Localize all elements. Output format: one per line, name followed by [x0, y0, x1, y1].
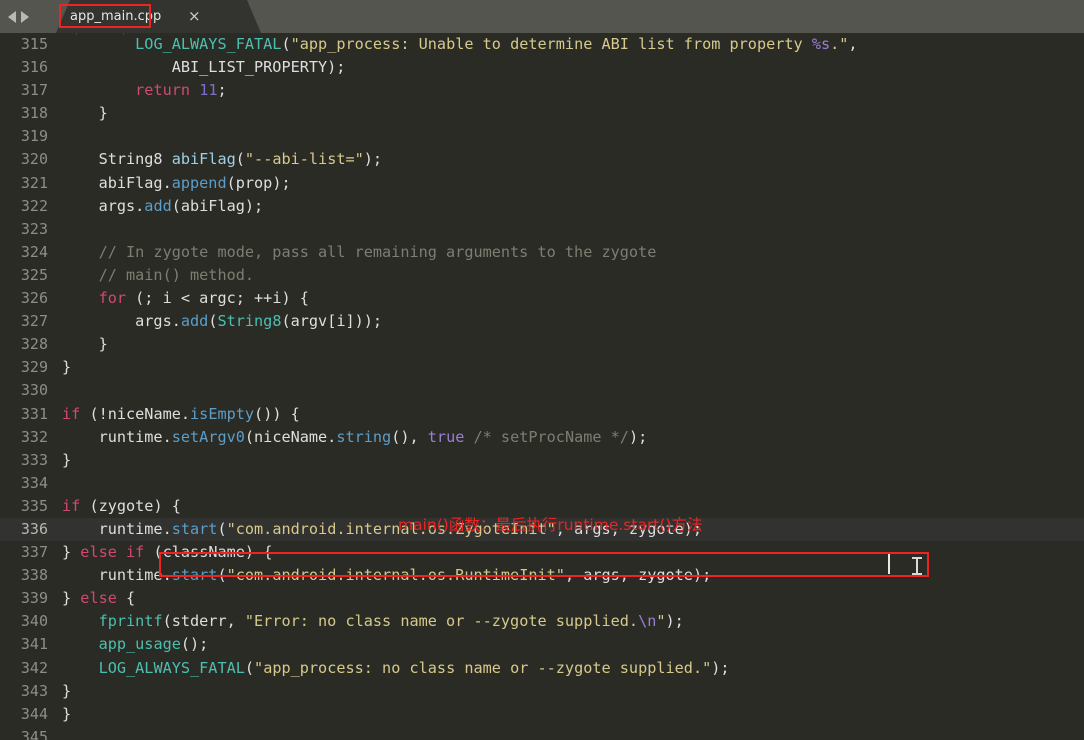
code-text: args.add(abiFlag);	[62, 196, 264, 215]
line-number: 341	[20, 635, 48, 654]
line-number: 326	[20, 289, 48, 308]
code-text: }	[62, 450, 72, 469]
code-line[interactable]: 322 args.add(abiFlag);	[0, 195, 1084, 218]
code-line[interactable]: 324 // In zygote mode, pass all remainin…	[0, 241, 1084, 264]
chevron-right-icon[interactable]	[21, 11, 29, 23]
code-line[interactable]: 340 fprintf(stderr, "Error: no class nam…	[0, 610, 1084, 633]
code-text: abiFlag.append(prop);	[62, 173, 291, 192]
line-number: 323	[20, 219, 48, 238]
code-text: // In zygote mode, pass all remaining ar…	[62, 242, 657, 261]
code-text: }	[62, 358, 72, 377]
line-number: 318	[20, 104, 48, 123]
line-number: 321	[20, 173, 48, 192]
code-line[interactable]: 318 }	[0, 102, 1084, 125]
code-line[interactable]: 333}	[0, 449, 1084, 472]
code-line[interactable]: 316 ABI_LIST_PROPERTY);	[0, 56, 1084, 79]
code-text: } else if (className) {	[62, 543, 273, 562]
code-line[interactable]: 321 abiFlag.append(prop);	[0, 172, 1084, 195]
line-number: 338	[20, 566, 48, 585]
line-number: 316	[20, 58, 48, 77]
code-line[interactable]: 317 return 11;	[0, 79, 1084, 102]
code-text: return 11;	[135, 81, 227, 100]
code-line[interactable]: 344}	[0, 703, 1084, 726]
code-text: if (!niceName.isEmpty()) {	[62, 404, 300, 423]
code-line[interactable]: 325 // main() method.	[0, 264, 1084, 287]
code-text: }	[62, 704, 72, 723]
code-line[interactable]: 328 }	[0, 333, 1084, 356]
line-number: 334	[20, 473, 48, 492]
line-number: 343	[20, 681, 48, 700]
code-line[interactable]: 332 runtime.setArgv0(niceName.string(), …	[0, 426, 1084, 449]
code-text: }	[62, 335, 108, 354]
code-text: }	[62, 681, 72, 700]
code-text: runtime.setArgv0(niceName.string(), true…	[62, 427, 648, 446]
code-text: }	[62, 104, 108, 123]
code-line[interactable]: 326 for (; i < argc; ++i) {	[0, 287, 1084, 310]
code-line[interactable]: 329}	[0, 356, 1084, 379]
code-text: if (zygote) {	[62, 496, 181, 515]
line-number: 344	[20, 704, 48, 723]
annotation-note: main()函数：最后执行runtime.start()方法	[398, 516, 703, 534]
line-number: 317	[20, 81, 48, 100]
code-text: runtime.start("com.android.internal.os.R…	[62, 566, 712, 585]
code-text: app_usage();	[98, 635, 209, 654]
code-text: LOG_ALWAYS_FATAL("app_process: Unable to…	[135, 35, 858, 53]
line-number: 315	[20, 35, 48, 53]
code-text: LOG_ALWAYS_FATAL("app_process: no class …	[98, 658, 730, 677]
code-text: } else {	[62, 589, 136, 608]
code-line[interactable]: 315 LOG_ALWAYS_FATAL("app_process: Unabl…	[0, 33, 1084, 56]
line-number: 324	[20, 242, 48, 261]
tab-bar: app_main.cpp ×	[0, 0, 1084, 34]
code-editor[interactable]: 315 LOG_ALWAYS_FATAL("app_process: Unabl…	[0, 33, 1084, 740]
line-number: 327	[20, 312, 48, 331]
line-number: 319	[20, 127, 48, 146]
ibeam-cursor-icon	[911, 556, 923, 576]
code-line[interactable]: 320 String8 abiFlag("--abi-list=");	[0, 148, 1084, 171]
code-line[interactable]: 323	[0, 218, 1084, 241]
line-number: 333	[20, 450, 48, 469]
line-number: 339	[20, 589, 48, 608]
code-text: ABI_LIST_PROPERTY);	[62, 58, 346, 77]
code-text: fprintf(stderr, "Error: no class name or…	[98, 612, 684, 631]
code-text: args.add(String8(argv[i]));	[62, 312, 383, 331]
line-number: 345	[20, 727, 48, 740]
code-line[interactable]: 327 args.add(String8(argv[i]));	[0, 310, 1084, 333]
code-line[interactable]: 343}	[0, 680, 1084, 703]
code-line[interactable]: 341 app_usage();	[0, 633, 1084, 656]
line-number: 336	[20, 519, 48, 538]
line-number: 331	[20, 404, 48, 423]
line-number: 335	[20, 496, 48, 515]
line-number: 325	[20, 265, 48, 284]
line-number: 328	[20, 335, 48, 354]
line-number: 329	[20, 358, 48, 377]
chevron-left-icon[interactable]	[8, 11, 16, 23]
line-number: 342	[20, 658, 48, 677]
code-line[interactable]: 342 LOG_ALWAYS_FATAL("app_process: no cl…	[0, 657, 1084, 680]
code-line[interactable]: 319	[0, 125, 1084, 148]
code-line[interactable]: 339 } else {	[0, 587, 1084, 610]
tab-title-label: app_main.cpp	[70, 9, 162, 24]
line-number: 320	[20, 150, 48, 169]
line-number: 332	[20, 427, 48, 446]
code-lines[interactable]: 315 LOG_ALWAYS_FATAL("app_process: Unabl…	[0, 33, 1084, 740]
code-text: for (; i < argc; ++i) {	[98, 289, 309, 308]
code-text: // main() method.	[62, 265, 255, 284]
text-caret	[888, 554, 890, 574]
navigation-arrows[interactable]	[8, 9, 52, 25]
code-line[interactable]: 331 if (!niceName.isEmpty()) {	[0, 403, 1084, 426]
code-line[interactable]: 334	[0, 472, 1084, 495]
editor-window: app_main.cpp × 315 LOG_ALWAYS_FATAL("app…	[0, 0, 1084, 740]
close-icon[interactable]: ×	[188, 8, 201, 24]
code-text: String8 abiFlag("--abi-list=");	[62, 150, 383, 169]
line-number: 337	[20, 543, 48, 562]
line-number: 330	[20, 381, 48, 400]
line-number: 340	[20, 612, 48, 631]
line-number: 322	[20, 196, 48, 215]
code-line[interactable]: 330	[0, 379, 1084, 402]
